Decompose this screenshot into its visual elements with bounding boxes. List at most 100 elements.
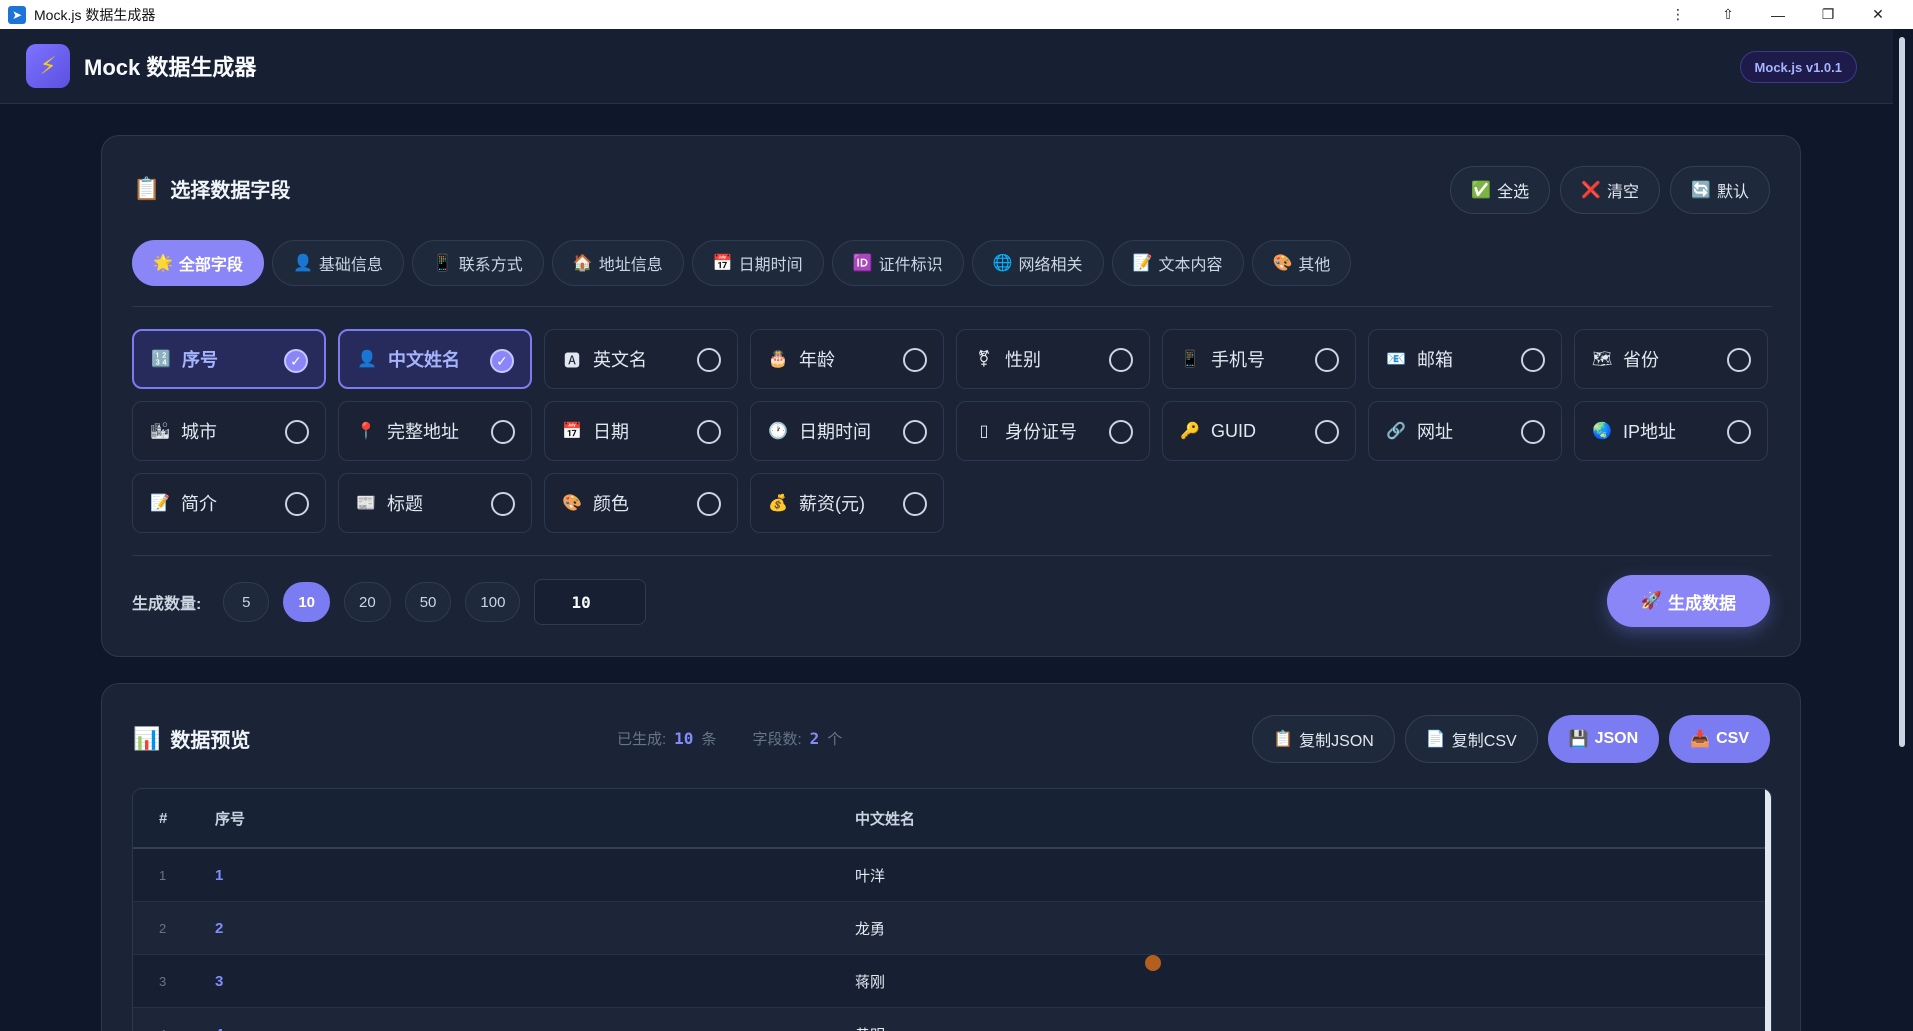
tab-7[interactable]: 📝 文本内容 (1111, 240, 1244, 286)
field-option[interactable]: 🔑 GUID (1162, 401, 1356, 461)
field-option[interactable]: 🌏 IP地址 (1574, 401, 1768, 461)
clear-button[interactable]: ❌ 清空 (1560, 166, 1661, 214)
count-option[interactable]: 10 (283, 582, 331, 622)
count-option[interactable]: 100 (465, 582, 521, 622)
tab-label: 其他 (1298, 257, 1331, 274)
radio-circle-icon[interactable] (1109, 420, 1133, 444)
cross-icon: ❌ (1581, 182, 1602, 199)
field-option[interactable]: 📰 标题 (338, 473, 532, 533)
checkmark-icon[interactable]: ✓ (490, 349, 514, 373)
radio-circle-icon[interactable] (697, 420, 721, 444)
radio-circle-icon[interactable] (903, 492, 927, 516)
radio-circle-icon[interactable] (1521, 420, 1545, 444)
default-button[interactable]: 🔄 默认 (1670, 166, 1770, 214)
tab-3[interactable]: 🏠 地址信息 (551, 240, 684, 286)
radio-circle-icon[interactable] (285, 492, 309, 516)
radio-circle-icon[interactable] (285, 420, 309, 444)
tab-0[interactable]: 🌟 全部字段 (132, 240, 264, 286)
tab-5[interactable]: 🆔 证件标识 (831, 240, 964, 286)
radio-circle-icon[interactable] (491, 492, 515, 516)
radio-circle-icon[interactable] (697, 492, 721, 516)
row-index: 2 (159, 920, 167, 936)
clipboard-icon: 📋 (133, 175, 161, 201)
field-option[interactable]: 🎨 颜色 (544, 473, 738, 533)
field-grid: 🔢 序号 ✓ 👤 中文姓名 ✓ 🅰 英文名 🎂 年龄 ⚧ 性别 📱 手机号 📧 邮箱 🗺 省份 🏙 城市 📍 完整地址 📅 日… (132, 329, 1774, 533)
tab-icon: 📅 (712, 255, 733, 272)
window-restore-icon[interactable]: ❐ (1803, 6, 1853, 23)
field-label: 英文名 (593, 350, 647, 370)
field-label: 颜色 (593, 494, 629, 514)
row-index: 3 (159, 973, 167, 989)
radio-circle-icon[interactable] (1727, 420, 1751, 444)
tab-2[interactable]: 📱 联系方式 (411, 240, 544, 286)
radio-circle-icon[interactable] (1521, 348, 1545, 372)
field-option[interactable]: ⚧ 性别 (956, 329, 1150, 389)
radio-circle-icon[interactable] (697, 348, 721, 372)
radio-circle-icon[interactable] (491, 420, 515, 444)
field-option[interactable]: 🔢 序号 ✓ (132, 329, 326, 389)
field-option[interactable]: 💰 薪资(元) (750, 473, 944, 533)
copy-csv-label: 复制CSV (1451, 733, 1517, 750)
field-option[interactable]: 🕐 日期时间 (750, 401, 944, 461)
divider (132, 555, 1772, 556)
field-option[interactable]: 🔗 网址 (1368, 401, 1562, 461)
download-json-label: JSON (1594, 730, 1639, 747)
tab-icon: 🆔 (852, 255, 873, 272)
field-selection-title: 📋 选择数据字段 (133, 174, 290, 203)
window-menu-icon[interactable]: ⋮ (1653, 6, 1703, 23)
tab-8[interactable]: 🎨 其他 (1251, 240, 1352, 286)
field-option[interactable]: 📅 日期 (544, 401, 738, 461)
field-option[interactable]: 📱 手机号 (1162, 329, 1356, 389)
radio-circle-icon[interactable] (903, 420, 927, 444)
document-icon: 📄 (1425, 731, 1446, 748)
field-icon: 👤 (357, 351, 377, 368)
page-scrollbar[interactable] (1893, 29, 1913, 1031)
table-row: 1 1 叶洋 (133, 849, 1771, 902)
tab-4[interactable]: 📅 日期时间 (691, 240, 824, 286)
field-option[interactable]: 👤 中文姓名 ✓ (338, 329, 532, 389)
count-option[interactable]: 5 (223, 582, 270, 622)
field-icon: 💰 (768, 495, 788, 512)
field-label: 日期时间 (799, 422, 871, 442)
field-option[interactable]: 📝 简介 (132, 473, 326, 533)
download-json-button[interactable]: 💾 JSON (1547, 715, 1660, 763)
window-minimize-icon[interactable]: — (1753, 7, 1803, 23)
count-input[interactable] (534, 579, 647, 625)
copy-json-button[interactable]: 📋 复制JSON (1252, 715, 1395, 763)
download-csv-button[interactable]: 📥 CSV (1669, 715, 1770, 763)
field-option[interactable]: 🅰 英文名 (544, 329, 738, 389)
field-option[interactable]: 🎂 年龄 (750, 329, 944, 389)
tab-1[interactable]: 👤 基础信息 (271, 240, 404, 286)
field-option[interactable]: 🗺 省份 (1574, 329, 1768, 389)
select-all-button[interactable]: ✅ 全选 (1450, 166, 1551, 214)
checkmark-icon[interactable]: ✓ (284, 349, 308, 373)
window-pin-icon[interactable]: ⇧ (1703, 6, 1753, 23)
field-option[interactable]: 📍 完整地址 (338, 401, 532, 461)
radio-circle-icon[interactable] (1315, 348, 1339, 372)
tab-icon: 🌐 (992, 255, 1013, 272)
radio-circle-icon[interactable] (903, 348, 927, 372)
field-option[interactable]: ▯ 身份证号 (956, 401, 1150, 461)
generate-button[interactable]: 🚀 生成数据 (1606, 575, 1770, 627)
fields-count-unit: 个 (827, 731, 843, 748)
app-name: Mock 数据生成器 (84, 55, 257, 80)
copy-csv-button[interactable]: 📄 复制CSV (1404, 715, 1538, 763)
count-option[interactable]: 20 (344, 582, 391, 622)
select-all-label: 全选 (1497, 184, 1530, 201)
tab-6[interactable]: 🌐 网络相关 (971, 240, 1104, 286)
field-icon: 🎂 (768, 351, 788, 368)
radio-circle-icon[interactable] (1109, 348, 1133, 372)
field-label: 手机号 (1211, 350, 1265, 370)
tab-icon: 🏠 (572, 255, 593, 272)
tab-icon: 🎨 (1272, 255, 1293, 272)
window-close-icon[interactable]: ✕ (1853, 6, 1903, 23)
count-option[interactable]: 50 (404, 582, 452, 622)
radio-circle-icon[interactable] (1727, 348, 1751, 372)
table-body: 11叶洋22龙勇33蒋刚44黄明 (133, 849, 1771, 1031)
table-scrollbar[interactable] (1765, 789, 1771, 1031)
field-option[interactable]: 📧 邮箱 (1368, 329, 1562, 389)
field-option[interactable]: 🏙 城市 (132, 401, 326, 461)
page-scrollbar-thumb[interactable] (1899, 37, 1905, 747)
radio-circle-icon[interactable] (1315, 420, 1339, 444)
version-badge: Mock.js v1.0.1 (1739, 51, 1857, 83)
